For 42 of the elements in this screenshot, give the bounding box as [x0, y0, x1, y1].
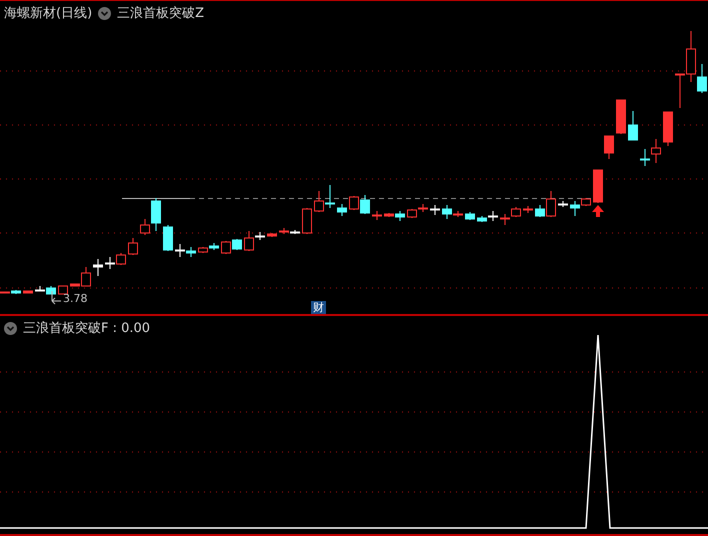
- candlestick: [221, 240, 231, 254]
- candlestick: [232, 238, 242, 250]
- candlestick: [430, 204, 440, 216]
- candlestick: [360, 194, 370, 214]
- candlestick: [175, 244, 185, 258]
- candlestick: [314, 190, 324, 212]
- candlestick: [163, 224, 173, 252]
- candlestick: [640, 148, 650, 166]
- candlestick: [593, 170, 603, 204]
- indicator-value: 三浪首板突破F : 0.00: [23, 320, 150, 337]
- candlestick: [500, 214, 510, 226]
- candlestick: [116, 252, 126, 266]
- candlestick: [105, 256, 115, 270]
- leader-arrow-icon: [50, 291, 62, 305]
- candlestick: [558, 200, 568, 208]
- candlestick: [616, 100, 626, 134]
- candlestick: [418, 204, 428, 212]
- candlestick: [523, 206, 533, 214]
- up-arrow-icon: [592, 205, 604, 217]
- indicator-name: 三浪首板突破Z: [117, 5, 204, 22]
- candlestick: [302, 208, 312, 234]
- candlestick: [511, 206, 521, 218]
- candlestick: [186, 246, 196, 258]
- finance-badge[interactable]: 财: [311, 301, 326, 314]
- candlestick: [465, 212, 475, 220]
- candlestick: [337, 204, 347, 216]
- candlestick: [325, 184, 335, 208]
- low-price-label: 3.78: [63, 292, 88, 304]
- candlestick: [128, 238, 138, 256]
- candlestick: [604, 136, 614, 160]
- dropdown-icon[interactable]: [98, 6, 112, 20]
- candlestick: [407, 208, 417, 218]
- stock-title: 海螺新材(日线): [4, 5, 92, 22]
- candlestick: [267, 232, 277, 238]
- candlestick: [663, 112, 673, 146]
- dropdown-icon[interactable]: [4, 322, 17, 334]
- candlestick: [372, 210, 382, 220]
- candlestick: [93, 258, 103, 276]
- candlestick: [651, 138, 661, 164]
- candlestick: [23, 290, 33, 294]
- candlestick: [349, 196, 359, 210]
- candlestick: [628, 110, 638, 140]
